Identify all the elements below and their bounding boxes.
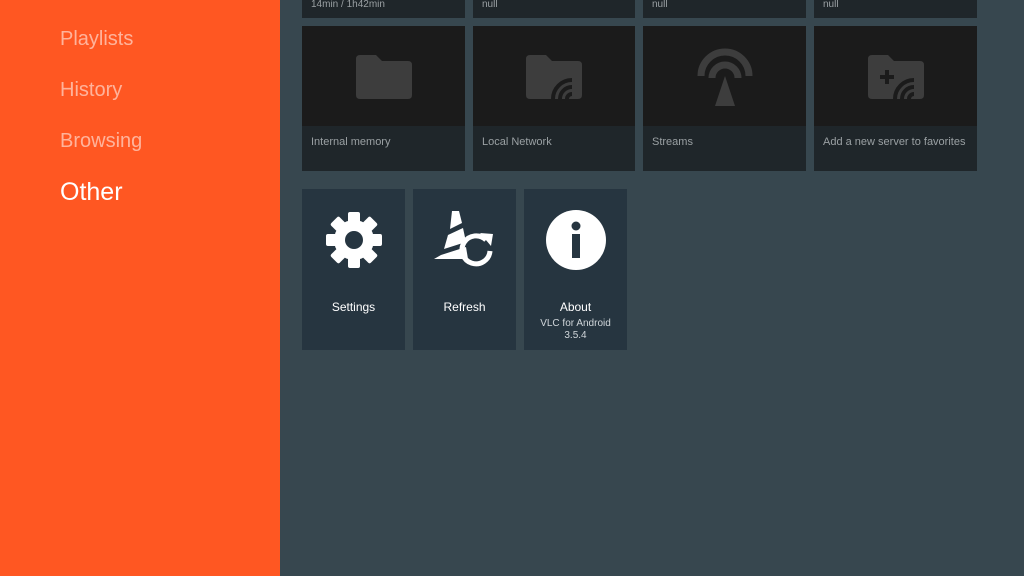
sidebar-item-browsing[interactable]: Browsing — [60, 130, 142, 153]
about-version-info: VLC for Android 3.5.4 — [524, 318, 627, 342]
card-label: Local Network — [482, 136, 552, 148]
sidebar-item-history[interactable]: History — [60, 79, 122, 102]
top-row-card[interactable]: null — [473, 0, 635, 18]
top-row-card[interactable]: null — [814, 0, 977, 18]
card-add-server[interactable]: Add a new server to favorites — [814, 26, 977, 171]
sidebar-item-playlists[interactable]: Playlists — [60, 28, 133, 51]
about-app-name: VLC for Android — [540, 318, 611, 329]
card-subtitle: null — [482, 0, 498, 10]
tile-title: About — [559, 300, 592, 314]
about-version: 3.5.4 — [564, 330, 587, 341]
info-icon — [545, 210, 606, 270]
add-server-folder-icon — [867, 55, 924, 100]
tile-refresh[interactable]: Refresh — [413, 189, 516, 350]
refresh-cone-icon — [433, 211, 493, 267]
card-streams[interactable]: Streams — [643, 26, 806, 171]
gear-icon — [325, 212, 382, 268]
tile-about[interactable]: About VLC for Android 3.5.4 — [524, 189, 627, 350]
card-subtitle: null — [823, 0, 839, 10]
card-internal-memory[interactable]: Internal memory — [302, 26, 465, 171]
tile-title: Settings — [331, 300, 376, 314]
card-label: Internal memory — [311, 136, 391, 148]
top-row-card[interactable]: null — [643, 0, 806, 18]
card-local-network[interactable]: Local Network — [473, 26, 635, 171]
antenna-icon — [697, 48, 752, 106]
card-label: Streams — [652, 136, 693, 148]
folder-icon — [355, 55, 412, 99]
top-row-card[interactable]: 14min / 1h42min — [302, 0, 465, 18]
card-label: Add a new server to favorites — [823, 136, 966, 148]
card-subtitle: null — [652, 0, 668, 10]
main-content: 14min / 1h42min null null null Internal … — [280, 0, 1024, 576]
tile-title: Refresh — [443, 300, 486, 314]
sidebar-item-other[interactable]: Other — [60, 178, 123, 207]
sidebar: Playlists History Browsing Other — [0, 0, 280, 576]
tile-settings[interactable]: Settings — [302, 189, 405, 350]
network-folder-icon — [526, 55, 582, 100]
card-subtitle: 14min / 1h42min — [311, 0, 385, 10]
